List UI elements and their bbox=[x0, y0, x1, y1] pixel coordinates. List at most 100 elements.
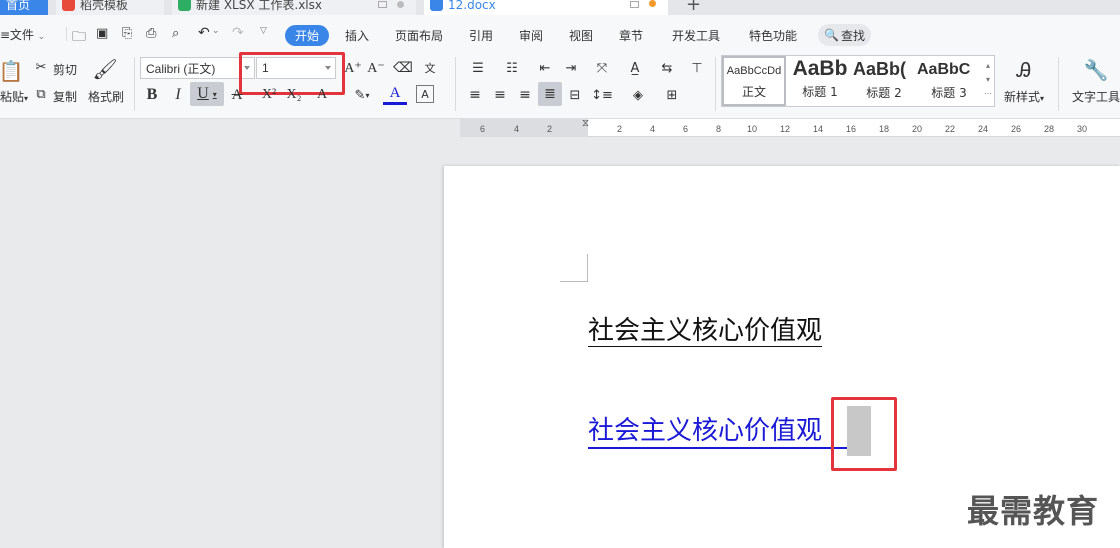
grow-font-icon[interactable]: A⁺ bbox=[344, 59, 362, 77]
undo-icon[interactable]: ↶ bbox=[198, 25, 210, 41]
tab-insert[interactable]: 插入 bbox=[345, 27, 369, 44]
format-painter-button[interactable]: 格式刷 bbox=[88, 88, 124, 105]
new-style-button[interactable]: 新样式▾ bbox=[1004, 88, 1044, 105]
tab-review[interactable]: 审阅 bbox=[519, 27, 543, 44]
tab-xlsx[interactable]: 新建 XLSX 工作表.xlsx bbox=[172, 0, 416, 15]
decrease-indent-icon[interactable]: ⇤ bbox=[536, 59, 554, 77]
close-dot-icon[interactable] bbox=[397, 1, 404, 8]
redo-icon[interactable]: ↷ bbox=[232, 25, 244, 41]
align-right-icon[interactable]: ≡ bbox=[516, 86, 534, 104]
italic-icon[interactable]: I bbox=[170, 85, 186, 105]
numbered-list-icon[interactable]: ☷ bbox=[500, 59, 524, 77]
docer-icon bbox=[62, 0, 75, 11]
open-folder-icon[interactable]: 🗀 bbox=[72, 26, 86, 50]
cut-button[interactable]: 剪切 bbox=[53, 61, 77, 78]
menu-file[interactable]: ≡ 文件 ⌄ bbox=[0, 26, 45, 43]
text-direction-icon[interactable]: A̲ bbox=[626, 59, 644, 77]
export-icon[interactable]: ⎘ bbox=[122, 26, 132, 41]
increase-indent-icon[interactable]: ⇥ bbox=[562, 59, 580, 77]
ruler-tick: 2 bbox=[617, 124, 623, 134]
style-h3-label: 标题 3 bbox=[931, 86, 967, 100]
tab-special-features[interactable]: 特色功能 bbox=[749, 27, 797, 44]
sort-icon[interactable]: ⇆ bbox=[655, 59, 679, 77]
phonetic-guide-icon[interactable]: 文 bbox=[420, 59, 440, 77]
scissors-icon[interactable]: ✂ bbox=[33, 59, 49, 75]
justify-icon[interactable]: ≣ bbox=[538, 82, 562, 106]
document-page[interactable]: 社会主义核心价值观 社会主义核心价值观 最需教育 bbox=[444, 166, 1120, 548]
line-spacing-icon[interactable]: ↕≡ bbox=[590, 86, 614, 104]
style-normal-preview: AaBbCcDd bbox=[726, 65, 782, 77]
print-icon[interactable]: ⎙ bbox=[146, 26, 156, 41]
ruler-tick: 30 bbox=[1077, 124, 1088, 134]
text-tools-button[interactable]: 文字工具 bbox=[1072, 88, 1120, 105]
align-center-icon[interactable]: ≡ bbox=[491, 86, 509, 104]
customize-dropdown-icon[interactable]: ▽ bbox=[260, 26, 267, 36]
ruler-tick: 4 bbox=[514, 124, 520, 134]
style-heading-1[interactable]: AaBb 标题 1 bbox=[788, 56, 852, 106]
ruler-tick: 4 bbox=[650, 124, 656, 134]
style-normal[interactable]: AaBbCcDd 正文 bbox=[722, 56, 786, 106]
font-name-combo[interactable]: Calibri (正文) bbox=[140, 57, 255, 79]
style-heading-2[interactable]: AaBb( 标题 2 bbox=[853, 56, 915, 106]
undo-dropdown-icon[interactable]: ⌄ bbox=[212, 26, 220, 36]
text-effect-icon[interactable]: A bbox=[313, 85, 331, 105]
tab-insert-label: 插入 bbox=[345, 29, 370, 43]
bold-icon[interactable]: B bbox=[144, 85, 160, 105]
style-gallery-scroll[interactable]: ▴ ▾ ⋯ bbox=[983, 59, 993, 103]
document-line-1[interactable]: 社会主义核心价值观 bbox=[588, 316, 823, 347]
format-painter-icon[interactable]: 🖌 bbox=[92, 56, 117, 82]
divider bbox=[1058, 57, 1059, 111]
horizontal-ruler[interactable]: ⧖ 6 4 2 2 4 6 8 10 12 14 16 18 20 22 24 … bbox=[460, 118, 1120, 137]
style-heading-3[interactable]: AaBbC 标题 3 bbox=[917, 56, 981, 106]
copy-button[interactable]: 复制 bbox=[53, 88, 77, 105]
highlight-color-icon[interactable]: ✎ ▾ bbox=[350, 85, 374, 105]
save-icon[interactable]: ▣ bbox=[96, 26, 108, 41]
tab-developer[interactable]: 开发工具 bbox=[672, 27, 720, 44]
search-button[interactable]: 🔍 查找 bbox=[818, 24, 871, 46]
indent-marker-icon[interactable]: ⧖ bbox=[582, 118, 592, 136]
character-border-icon[interactable]: A bbox=[416, 85, 434, 103]
tab-chapter-label: 章节 bbox=[619, 29, 644, 43]
new-tab-button[interactable]: + bbox=[680, 0, 710, 15]
hyperlink-underline bbox=[588, 447, 861, 449]
window-icon bbox=[378, 1, 387, 8]
tab-view[interactable]: 视图 bbox=[569, 27, 593, 44]
document-icon bbox=[430, 0, 443, 11]
show-marks-icon[interactable]: ⊤ bbox=[686, 59, 708, 77]
document-line-2-hyperlink[interactable]: 社会主义核心价值观 bbox=[588, 416, 838, 446]
paste-button[interactable]: 粘贴▾ bbox=[0, 88, 28, 105]
copy-icon[interactable]: ⧉ bbox=[33, 86, 49, 102]
selection-highlight-box bbox=[831, 397, 897, 471]
text-tools-icon[interactable]: 🔧 bbox=[1084, 57, 1109, 83]
tab-start[interactable]: 开始 bbox=[285, 25, 329, 46]
tab-docer[interactable]: 稻壳模板 bbox=[56, 0, 164, 15]
align-left-icon[interactable]: ≡ bbox=[466, 86, 484, 104]
tab-home[interactable]: 首页 bbox=[0, 0, 48, 15]
chinese-layout-icon[interactable]: ⤧ bbox=[590, 59, 614, 77]
ruler-tick: 28 bbox=[1044, 124, 1055, 134]
tab-reference-label: 引用 bbox=[469, 29, 494, 43]
paste-icon[interactable]: 📋 bbox=[0, 57, 23, 85]
tab-special-label: 特色功能 bbox=[749, 29, 798, 43]
strikethrough-icon[interactable]: A bbox=[228, 85, 246, 105]
font-color-icon[interactable]: A bbox=[383, 85, 407, 105]
subscript-icon[interactable]: X₂ bbox=[285, 85, 303, 105]
ruler-tick: 10 bbox=[747, 124, 758, 134]
underline-button[interactable]: U ▾ bbox=[190, 82, 224, 106]
print-preview-icon[interactable]: ⌕ bbox=[172, 26, 179, 41]
watermark-logo: 最需教育 bbox=[967, 492, 1100, 530]
unsaved-dot-icon bbox=[649, 0, 656, 7]
distribute-icon[interactable]: ⊟ bbox=[566, 86, 584, 104]
tab-references[interactable]: 引用 bbox=[469, 27, 493, 44]
tab-dev-label: 开发工具 bbox=[672, 29, 721, 43]
tab-chapter[interactable]: 章节 bbox=[619, 27, 643, 44]
shrink-font-icon[interactable]: A⁻ bbox=[367, 59, 385, 77]
superscript-icon[interactable]: X² bbox=[260, 85, 278, 105]
shading-icon[interactable]: ◈ bbox=[626, 86, 650, 104]
clear-format-icon[interactable]: ⌫ bbox=[393, 59, 413, 77]
tab-docx[interactable]: 12.docx bbox=[424, 0, 668, 15]
bullet-list-icon[interactable]: ☰ bbox=[466, 59, 490, 77]
tab-page-layout[interactable]: 页面布局 bbox=[395, 27, 443, 44]
new-style-icon[interactable]: Ꭿ bbox=[1012, 57, 1036, 83]
borders-icon[interactable]: ⊞ bbox=[660, 86, 684, 104]
